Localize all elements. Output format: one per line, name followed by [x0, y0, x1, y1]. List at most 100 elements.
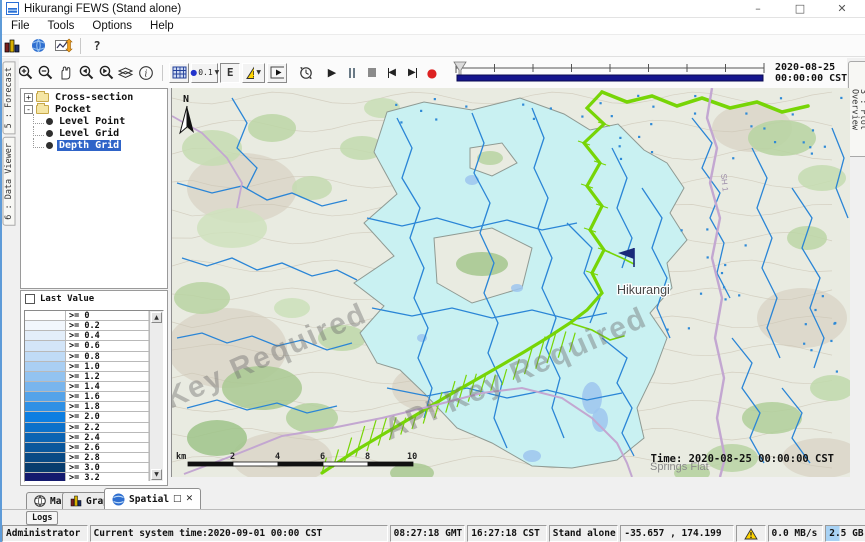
collapse-icon[interactable]: -: [24, 105, 33, 114]
tree-item-cross-section[interactable]: + Cross-section: [21, 91, 167, 103]
legend-class-label: >= 2.6: [66, 443, 149, 452]
legend-row[interactable]: >= 2.0: [25, 412, 149, 422]
legend-row[interactable]: >= 0: [25, 311, 149, 321]
hand-icon: [57, 64, 74, 81]
north-label: N: [183, 94, 189, 105]
menu-item-tools[interactable]: Tools: [39, 19, 84, 33]
grid-display-button[interactable]: [169, 63, 189, 83]
legend-row[interactable]: >= 0.4: [25, 331, 149, 341]
legend-class-list: >= 0>= 0.2>= 0.4>= 0.6 >= 0.8>= 1.0>= 1.2…: [24, 310, 164, 482]
layers-button[interactable]: [116, 63, 136, 83]
legend-row[interactable]: >= 3.0: [25, 463, 149, 473]
time-slider[interactable]: [452, 61, 768, 85]
application-window: Hikurangi FEWS (Stand alone) – □ ✕ FileT…: [0, 0, 865, 542]
maximize-button[interactable]: □: [783, 0, 817, 18]
graph-bars-icon: [70, 495, 82, 507]
spatial-map[interactable]: API Key Required API Key Required Hikura…: [171, 88, 849, 477]
menu-item-help[interactable]: Help: [141, 19, 183, 33]
tab-spatial-label: Spatial: [129, 494, 169, 505]
menu-item-file[interactable]: File: [2, 19, 39, 33]
legend-row[interactable]: >= 0.6: [25, 341, 149, 351]
timestep-button[interactable]: [296, 63, 316, 83]
info-button[interactable]: i: [136, 63, 156, 83]
legend-class-label: >= 0: [66, 311, 149, 320]
window-title: Hikurangi FEWS (Stand alone): [24, 3, 181, 15]
warnings-dropdown[interactable]: ▼: [242, 63, 265, 83]
svg-text:8: 8: [365, 452, 370, 462]
forecast-chart-button[interactable]: [2, 36, 22, 56]
dot-icon: ●: [190, 68, 197, 77]
scroll-down-icon[interactable]: ▼: [151, 469, 162, 480]
legend-row[interactable]: >= 1.8: [25, 402, 149, 412]
expand-icon[interactable]: +: [24, 93, 33, 102]
tree-item-label-selected: Depth Grid: [57, 140, 121, 151]
tab-spatial-active[interactable]: Spatial □ ✕: [104, 488, 201, 509]
scalar-display-button[interactable]: [54, 36, 74, 56]
pause-button[interactable]: [342, 63, 362, 83]
layers-icon: [117, 65, 134, 81]
status-coordinates: -35.657 , 174.199: [620, 525, 733, 542]
stop-button[interactable]: [362, 63, 382, 83]
legend-row[interactable]: >= 1.4: [25, 382, 149, 392]
zoom-in-icon: [17, 64, 34, 81]
legend-row[interactable]: >= 0.8: [25, 352, 149, 362]
legend-row[interactable]: >= 0.2: [25, 321, 149, 331]
svg-text:2: 2: [230, 452, 235, 462]
tab-close-icon[interactable]: ✕: [186, 494, 194, 504]
vtab-viewer[interactable]: 6 : Data Viewer: [3, 137, 16, 226]
legend-class-label: >= 1.6: [66, 392, 149, 401]
folder-icon: [36, 93, 49, 102]
legend-row[interactable]: >= 1.6: [25, 392, 149, 402]
legend-color-swatch: [25, 311, 66, 320]
skip-to-start-button[interactable]: ◀: [382, 63, 402, 83]
legend-toggle-button[interactable]: E: [220, 63, 240, 83]
logs-button[interactable]: Logs: [26, 511, 58, 525]
close-button[interactable]: ✕: [825, 0, 859, 18]
legend-row[interactable]: >= 2.8: [25, 453, 149, 463]
animation-button[interactable]: [267, 63, 287, 83]
legend-color-swatch: [25, 423, 66, 432]
record-button[interactable]: ●: [422, 63, 442, 83]
legend-class-label: >= 1.2: [66, 372, 149, 381]
zoom-out-button[interactable]: [36, 63, 56, 83]
vtab-forecast[interactable]: 5 : Forecast: [3, 61, 16, 134]
legend-scrollbar[interactable]: ▲ ▼: [149, 311, 163, 481]
node-bullet-icon: [46, 130, 53, 137]
status-warning[interactable]: [736, 525, 766, 542]
legend-class-label: >= 0.4: [66, 331, 149, 340]
interval-value: 0.1: [198, 68, 212, 77]
map-canvas[interactable]: API Key Required API Key Required Hikura…: [172, 88, 850, 477]
skip-to-end-button[interactable]: ▶: [402, 63, 422, 83]
legend-row[interactable]: >= 2.6: [25, 443, 149, 453]
grid-icon: [172, 66, 187, 79]
road-label: SH 1: [719, 173, 730, 192]
legend-color-swatch: [25, 341, 66, 350]
pan-button[interactable]: [56, 63, 76, 83]
legend-row[interactable]: >= 3.2: [25, 473, 149, 482]
legend-class-label: >= 0.6: [66, 341, 149, 350]
legend-row[interactable]: >= 2.2: [25, 423, 149, 433]
map-display-button[interactable]: [28, 36, 48, 56]
last-value-checkbox[interactable]: [25, 294, 35, 304]
legend-class-label: >= 2.4: [66, 433, 149, 442]
legend-title: Last Value: [40, 294, 94, 304]
filter-tree: + Cross-section - Pocket Level Point Lev…: [20, 88, 168, 289]
tree-connector: [33, 138, 44, 148]
legend-row[interactable]: >= 1.2: [25, 372, 149, 382]
zoom-previous-button[interactable]: [76, 63, 96, 83]
help-button[interactable]: ?: [87, 36, 107, 56]
vtab-plot-overview[interactable]: 3 : Plot Overview: [848, 61, 865, 157]
menu-item-options[interactable]: Options: [83, 19, 141, 33]
tree-item-depth-grid[interactable]: Depth Grid: [21, 139, 167, 151]
play-button[interactable]: ▶: [322, 63, 342, 83]
title-bar[interactable]: Hikurangi FEWS (Stand alone) – □ ✕: [2, 0, 865, 18]
tree-item-pocket[interactable]: - Pocket: [21, 103, 167, 115]
scroll-up-icon[interactable]: ▲: [151, 312, 162, 323]
minimize-button[interactable]: –: [741, 0, 775, 18]
legend-row[interactable]: >= 1.0: [25, 362, 149, 372]
legend-row[interactable]: >= 2.4: [25, 433, 149, 443]
contour-interval-dropdown[interactable]: ● 0.1 ▼: [191, 63, 218, 83]
zoom-next-button[interactable]: [96, 63, 116, 83]
movie-play-icon: [270, 66, 284, 79]
tab-maximize-icon[interactable]: □: [173, 494, 182, 504]
